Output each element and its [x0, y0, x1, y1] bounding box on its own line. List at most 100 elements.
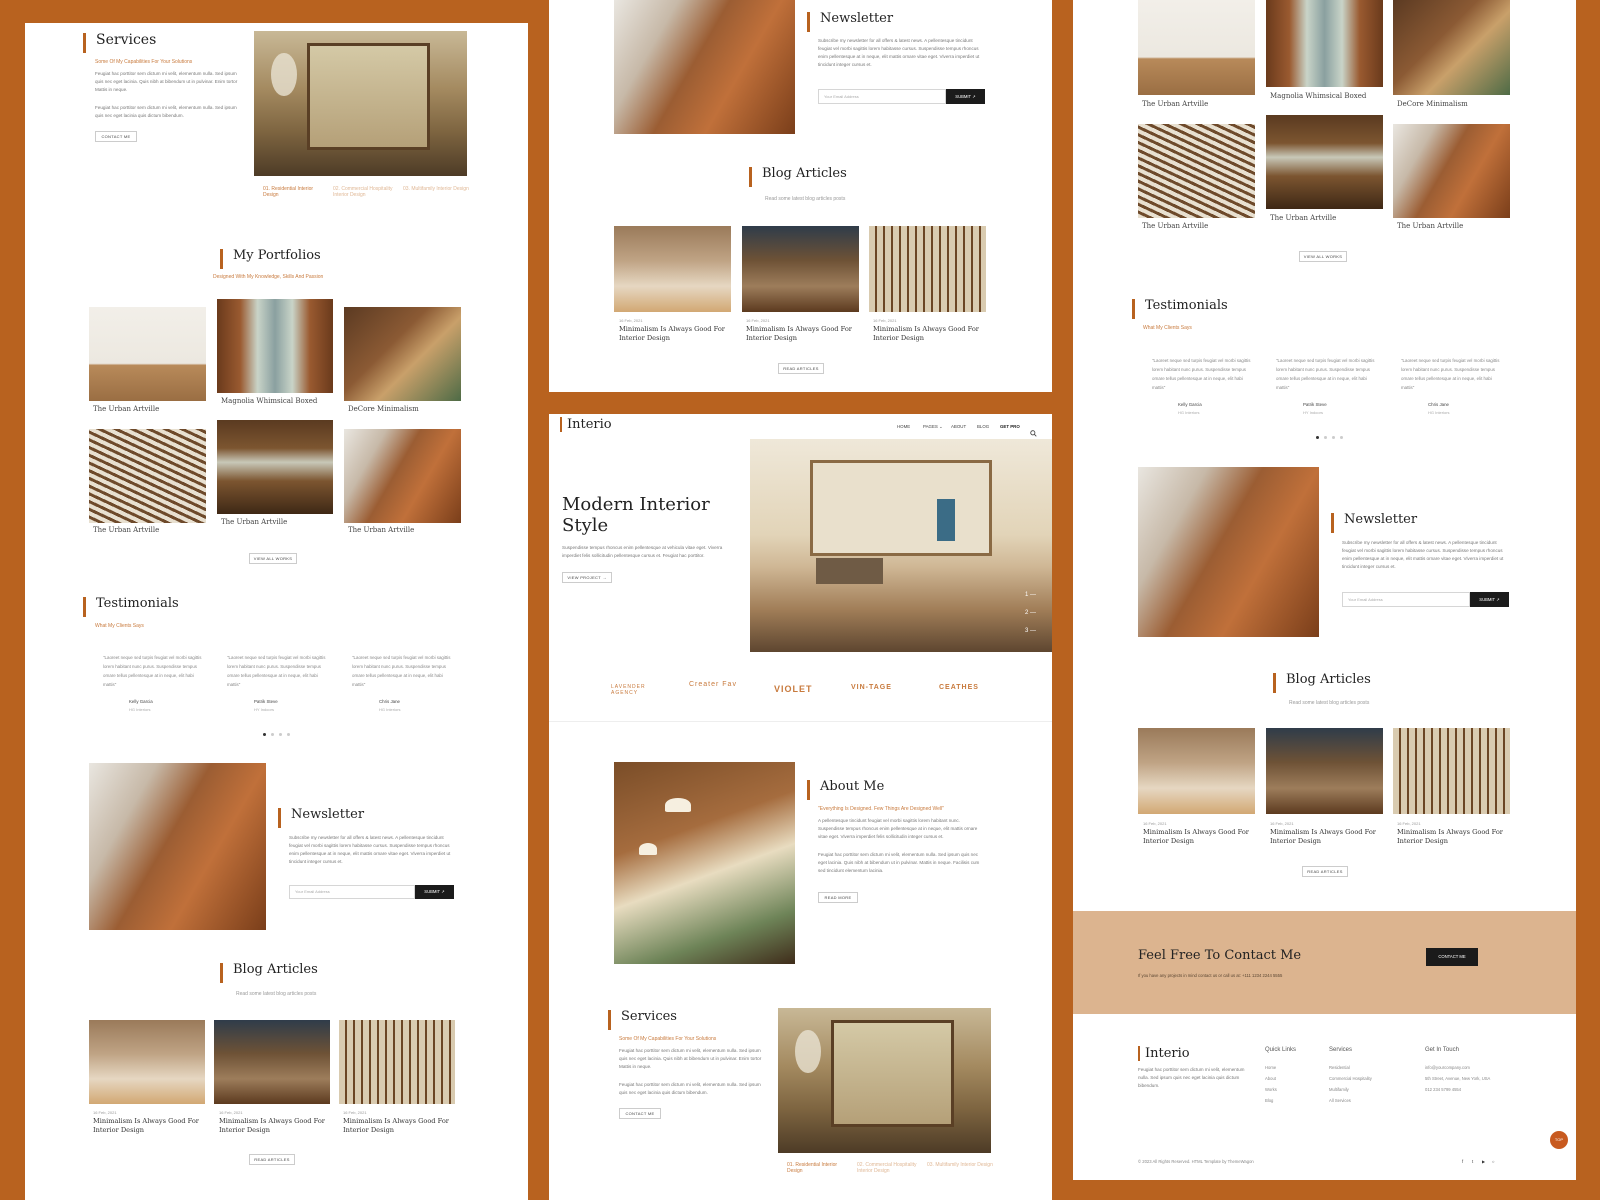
- youtube-icon[interactable]: ▶: [1482, 1157, 1485, 1168]
- blog-date-3: 16 Feb, 2021: [873, 318, 897, 323]
- footer-service-2[interactable]: Commercial Hospitality: [1329, 1074, 1372, 1085]
- newsletter-title: Newsletter: [278, 807, 364, 828]
- blog-post-title-3[interactable]: Minimalism Is Always Good For Interior D…: [873, 325, 981, 343]
- about-image: [614, 762, 795, 964]
- newsletter-submit-button[interactable]: SUBMIT ↗: [946, 89, 985, 104]
- footer-link-home[interactable]: Home: [1265, 1063, 1276, 1074]
- blog-date-1: 16 Feb, 2021: [619, 318, 643, 323]
- testimonial-quote-2: "Laoreet neque sed turpis feugiat vel mo…: [227, 655, 326, 687]
- newsletter-text: Subscribe my newsletter for all offers &…: [289, 835, 451, 864]
- carousel-dot[interactable]: [271, 733, 274, 736]
- nav-blog[interactable]: BLOG: [977, 424, 989, 429]
- carousel-dot[interactable]: [1324, 436, 1327, 439]
- view-all-works-button[interactable]: VIEW ALL WORKS: [1299, 251, 1347, 262]
- footer-service-3[interactable]: Multifamily: [1329, 1085, 1349, 1096]
- blog-image-1: [614, 226, 731, 312]
- nav-get-pro[interactable]: GET PRO: [1000, 424, 1020, 429]
- nav-pages[interactable]: PAGES ⌄: [923, 424, 943, 430]
- blog-subtitle: Read some latest blog articles posts: [1289, 700, 1370, 706]
- portfolio-caption-2: Magnolia Whimsical Boxed: [1270, 92, 1367, 100]
- blog-subtitle: Read some latest blog articles posts: [765, 196, 846, 202]
- hero-slide-2[interactable]: 2 —: [1025, 610, 1036, 616]
- blog-post-title-1[interactable]: Minimalism Is Always Good For Interior D…: [1143, 828, 1251, 846]
- nav-home[interactable]: HOME: [897, 424, 910, 429]
- facebook-icon[interactable]: f: [1462, 1157, 1463, 1168]
- testimonial-role-2: HY Indoors: [1303, 410, 1323, 415]
- footer-service-4[interactable]: All Services: [1329, 1096, 1351, 1107]
- footer-brand[interactable]: Interio: [1138, 1046, 1190, 1061]
- blog-date-3: 16 Feb, 2021: [1397, 821, 1421, 826]
- blog-image-2: [214, 1020, 330, 1104]
- newsletter-submit-button[interactable]: SUBMIT ↗: [415, 885, 454, 899]
- read-more-button[interactable]: READ MORE: [818, 892, 858, 903]
- hero-image: [750, 439, 1052, 652]
- blog-post-title-2[interactable]: Minimalism Is Always Good For Interior D…: [746, 325, 854, 343]
- portfolio-image-2: [217, 299, 333, 393]
- footer-link-works[interactable]: Works: [1265, 1085, 1277, 1096]
- portfolio-image-1: [1138, 0, 1255, 95]
- nav-about[interactable]: ABOUT: [951, 424, 966, 429]
- panel-right: The Urban Artville Magnolia Whimsical Bo…: [1073, 0, 1576, 1180]
- blog-image-3: [339, 1020, 455, 1104]
- footer-phone[interactable]: 012 234 5799 4554: [1425, 1085, 1461, 1096]
- read-articles-button[interactable]: READ ARTICLES: [249, 1154, 295, 1165]
- brand-logo[interactable]: Interio: [560, 417, 612, 432]
- back-to-top-button[interactable]: TOP: [1550, 1131, 1568, 1149]
- blog-post-title-3[interactable]: Minimalism Is Always Good For Interior D…: [343, 1117, 451, 1135]
- carousel-dot[interactable]: [1332, 436, 1335, 439]
- logo-vintage: VIN-TAGE: [851, 684, 892, 691]
- portfolio-image-1: [89, 307, 206, 401]
- view-all-works-button[interactable]: VIEW ALL WORKS: [249, 553, 297, 564]
- read-articles-button[interactable]: READ ARTICLES: [1302, 866, 1348, 877]
- read-articles-button[interactable]: READ ARTICLES: [778, 363, 824, 374]
- carousel-dot[interactable]: [279, 733, 282, 736]
- panel-middle-bottom: Interio HOME PAGES ⌄ ABOUT BLOG GET PRO …: [549, 414, 1052, 1200]
- hero-slide-3[interactable]: 3 —: [1025, 628, 1036, 634]
- newsletter-email-input[interactable]: Your Email Address: [818, 89, 946, 104]
- footer-link-blog[interactable]: Blog: [1265, 1096, 1273, 1107]
- blog-title: Blog Articles: [1273, 672, 1371, 693]
- blog-title: Blog Articles: [749, 166, 847, 187]
- footer-service-1[interactable]: Residential: [1329, 1063, 1350, 1074]
- portfolio-image-5: [217, 420, 333, 514]
- portfolio-image-6: [344, 429, 461, 523]
- blog-image-2: [742, 226, 859, 312]
- services-contact-button[interactable]: CONTACT ME: [95, 131, 137, 142]
- twitter-icon[interactable]: t: [1472, 1157, 1473, 1168]
- footer-address: 5th Street, Avenue, New York, USA: [1425, 1076, 1491, 1081]
- newsletter-submit-button[interactable]: SUBMIT ↗: [1470, 592, 1509, 607]
- blog-image-1: [1138, 728, 1255, 814]
- instagram-icon[interactable]: ○: [1492, 1157, 1495, 1168]
- newsletter-email-input[interactable]: Your Email Address: [1342, 592, 1470, 607]
- blog-date-1: 16 Feb, 2021: [1143, 821, 1167, 826]
- hero-slide-1[interactable]: 1 —: [1025, 592, 1036, 598]
- newsletter-image: [1138, 467, 1319, 637]
- blog-image-2: [1266, 728, 1383, 814]
- testimonial-quote-1: "Laoreet neque sed turpis feugiat vel mo…: [103, 655, 202, 687]
- blog-post-title-3[interactable]: Minimalism Is Always Good For Interior D…: [1397, 828, 1505, 846]
- testimonial-role-1: HG Interiors: [129, 707, 151, 712]
- blog-post-title-2[interactable]: Minimalism Is Always Good For Interior D…: [1270, 828, 1378, 846]
- testimonial-quote-3: "Laoreet neque sed turpis feugiat vel mo…: [1401, 358, 1500, 390]
- footer-link-about[interactable]: About: [1265, 1074, 1276, 1085]
- portfolio-caption-2: Magnolia Whimsical Boxed: [221, 397, 318, 405]
- blog-date-2: 16 Feb, 2021: [219, 1110, 243, 1115]
- logo-ceathes: CEATHES: [939, 684, 979, 691]
- about-subtitle: "Everything Is Designed. Few Things Are …: [818, 806, 944, 812]
- carousel-dot[interactable]: [287, 733, 290, 736]
- services-image: [254, 31, 467, 176]
- blog-post-title-1[interactable]: Minimalism Is Always Good For Interior D…: [93, 1117, 201, 1135]
- services-contact-button[interactable]: CONTACT ME: [619, 1108, 661, 1119]
- blog-image-3: [1393, 728, 1510, 814]
- footer-email[interactable]: info@yourcompany.com: [1425, 1063, 1470, 1074]
- blog-post-title-1[interactable]: Minimalism Is Always Good For Interior D…: [619, 325, 727, 343]
- panel-middle-top: Newsletter Subscribe my newsletter for a…: [549, 0, 1052, 392]
- carousel-dot[interactable]: [263, 733, 266, 736]
- newsletter-email-input[interactable]: Your Email Address: [289, 885, 415, 899]
- contact-me-button[interactable]: CONTACT ME: [1426, 948, 1478, 966]
- carousel-dot[interactable]: [1316, 436, 1319, 439]
- search-icon[interactable]: [1030, 422, 1037, 437]
- carousel-dot[interactable]: [1340, 436, 1343, 439]
- blog-post-title-2[interactable]: Minimalism Is Always Good For Interior D…: [219, 1117, 327, 1135]
- view-project-button[interactable]: VIEW PROJECT →: [562, 572, 612, 583]
